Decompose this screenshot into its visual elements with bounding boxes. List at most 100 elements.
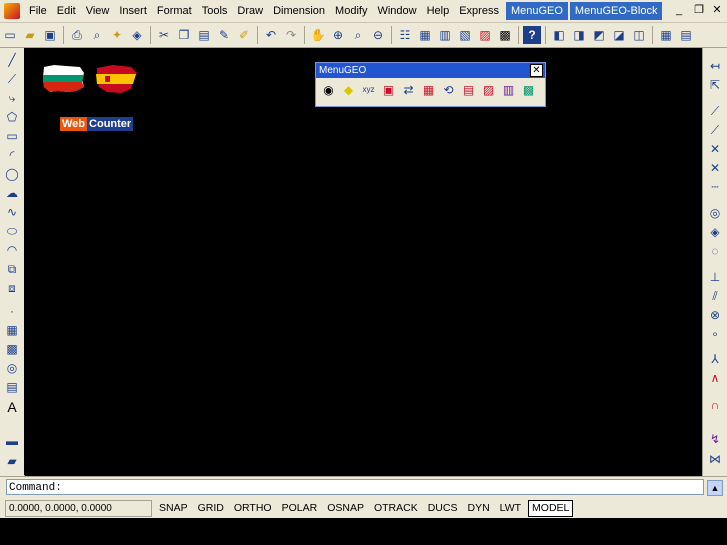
zoom-realtime-icon[interactable]: ⊕ [329,26,347,44]
menu-window[interactable]: Window [372,2,421,20]
dim-tedit-icon[interactable]: ∧ [706,370,724,386]
rectangle-icon[interactable]: ▭ [3,128,21,144]
menu-edit[interactable]: Edit [52,2,81,20]
region-icon[interactable]: ◎ [3,360,21,376]
toolpalettes-icon[interactable]: ▥ [436,26,454,44]
menu-view[interactable]: View [81,2,115,20]
dim-update-icon[interactable]: ∩ [706,397,724,413]
center-mark-icon[interactable]: ∘ [706,326,724,342]
3d-dwf-icon[interactable]: ◈ [128,26,146,44]
revcloud-icon[interactable]: ☁ [3,185,21,201]
geo-frame-icon[interactable]: ▣ [380,81,397,98]
publish-icon[interactable]: ✦ [108,26,126,44]
hatch-icon[interactable]: ▦ [3,322,21,338]
ducs-toggle[interactable]: DUCS [425,501,461,516]
menu-tools[interactable]: Tools [197,2,233,20]
dim-edit-icon[interactable]: ⅄ [706,351,724,367]
tool-extra2-icon[interactable]: ▰ [3,453,21,469]
restore-button[interactable]: ❐ [692,3,706,17]
menu-modify[interactable]: Modify [330,2,372,20]
geo-image-icon[interactable]: ▩ [520,81,537,98]
cut-icon[interactable]: ✂ [155,26,173,44]
geo-diamond-icon[interactable]: ◆ [340,81,357,98]
paste-icon[interactable]: ▤ [195,26,213,44]
dim-linear-icon[interactable]: ↤ [706,58,724,74]
geo-layers-icon[interactable]: ▨ [480,81,497,98]
polar-toggle[interactable]: POLAR [279,501,321,516]
geo-globe-icon[interactable]: ◉ [320,81,337,98]
zoom-previous-icon[interactable]: ⊖ [369,26,387,44]
dim-continue-icon[interactable]: ⊥ [706,269,724,285]
snap-toggle[interactable]: SNAP [156,501,191,516]
pan-icon[interactable]: ✋ [309,26,327,44]
help-icon[interactable]: ? [523,26,541,44]
polygon-icon[interactable]: ⬠ [3,109,21,125]
save-icon[interactable]: ▣ [41,26,59,44]
blockeditor-icon[interactable]: ✐ [235,26,253,44]
open-icon[interactable]: ▰ [21,26,39,44]
xline-icon[interactable]: ⟋ [3,71,21,87]
redo-icon[interactable]: ↷ [282,26,300,44]
dim-extra-icon[interactable]: ⋈ [706,451,724,467]
sheetset-icon[interactable]: ▧ [456,26,474,44]
qleader-icon[interactable]: ⫽ [706,288,724,304]
palette-titlebar[interactable]: MenuGEO ✕ [316,63,545,78]
dyn-toggle[interactable]: DYN [464,501,492,516]
layerprev-icon[interactable]: ◩ [590,26,608,44]
menu-insert[interactable]: Insert [114,2,152,20]
dim-baseline-icon[interactable]: ◌ [706,243,724,259]
geo-rotate-icon[interactable]: ⟲ [440,81,457,98]
make-block-icon[interactable]: ⧈ [3,280,21,296]
tolerance-icon[interactable]: ⊗ [706,307,724,323]
close-button[interactable]: ✕ [710,3,724,17]
menu-help[interactable]: Help [422,2,455,20]
plot-icon[interactable]: ⎙ [68,26,86,44]
scroll-up-icon[interactable]: ▲ [707,480,723,496]
zoom-window-icon[interactable]: ⌕ [349,26,367,44]
copy-icon[interactable]: ❐ [175,26,193,44]
ellipse-icon[interactable]: ⬭ [3,223,21,239]
point-icon[interactable]: · [3,303,21,319]
drawing-canvas[interactable] [24,48,702,475]
geo-list-icon[interactable]: ▥ [500,81,517,98]
layer-extra2-icon[interactable]: ▤ [677,26,695,44]
markup-icon[interactable]: ▨ [476,26,494,44]
osnap-toggle[interactable]: OSNAP [324,501,367,516]
command-input[interactable]: Command: [6,479,704,495]
ortho-toggle[interactable]: ORTHO [231,501,275,516]
arc-icon[interactable]: ◜ [3,147,21,163]
menu-menugeo-block[interactable]: MenuGEO-Block [569,2,663,20]
designcenter-icon[interactable]: ▦ [416,26,434,44]
quickcalc-icon[interactable]: ▩ [496,26,514,44]
new-icon[interactable]: ▭ [1,26,19,44]
geo-grid-icon[interactable]: ▦ [420,81,437,98]
geo-xyz-icon[interactable]: xyz [360,81,377,98]
dim-diameter-icon[interactable]: ┄ [706,179,724,195]
geo-swap-icon[interactable]: ⇄ [400,81,417,98]
palette-close-button[interactable]: ✕ [530,64,543,77]
dim-arc-icon[interactable]: ⟋ [706,103,724,119]
model-toggle[interactable]: MODEL [528,499,574,517]
matchprop-icon[interactable]: ✎ [215,26,233,44]
layer-icon[interactable]: ◧ [550,26,568,44]
menu-express[interactable]: Express [454,2,504,20]
menu-menugeo[interactable]: MenuGEO [505,2,568,20]
dim-radius-icon[interactable]: ✕ [706,141,724,157]
otrack-toggle[interactable]: OTRACK [371,501,421,516]
grid-toggle[interactable]: GRID [195,501,227,516]
line-icon[interactable]: ╱ [3,52,21,68]
layer-extra-icon[interactable]: ▦ [657,26,675,44]
ellipse-arc-icon[interactable]: ◠ [3,242,21,258]
gradient-icon[interactable]: ▩ [3,341,21,357]
insert-block-icon[interactable]: ⧉ [3,261,21,277]
mtext-icon[interactable]: A [3,399,21,415]
layer-match-icon[interactable]: ◫ [630,26,648,44]
menu-file[interactable]: File [24,2,52,20]
dim-angular-icon[interactable]: ◎ [706,205,724,221]
dim-ordinate-icon[interactable]: ⟋ [706,122,724,138]
spline-icon[interactable]: ∿ [3,204,21,220]
minimize-button[interactable]: _ [672,3,686,17]
webcounter-badge[interactable]: Web Counter [60,117,134,131]
undo-icon[interactable]: ↶ [262,26,280,44]
qdim-icon[interactable]: ◈ [706,224,724,240]
